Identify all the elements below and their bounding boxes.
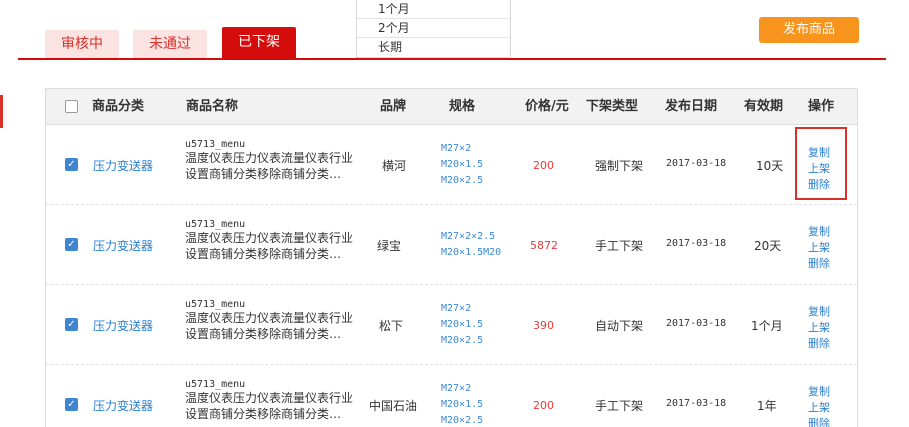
offshelf-type: 强制下架 [595, 159, 644, 173]
category-link[interactable]: 压力变送器 [93, 157, 153, 174]
validity: 1年 [757, 399, 777, 413]
publish-date: 2017-03-18 [666, 238, 727, 249]
spec-item: M27×2 [441, 303, 472, 314]
publish-date: 2017-03-18 [666, 158, 727, 169]
publish-product-button[interactable]: 发布商品 [759, 17, 859, 43]
offshelf-type: 自动下架 [595, 319, 644, 333]
header-publish-date: 发布日期 [665, 99, 718, 114]
tab-off-shelf[interactable]: 已下架 [222, 27, 296, 58]
dropdown-option-long-term[interactable]: 长期 [357, 38, 510, 57]
category-link[interactable]: 压力变送器 [93, 237, 153, 254]
header-offshelf-type: 下架类型 [586, 99, 639, 114]
copy-link[interactable]: 复制 [808, 224, 830, 240]
spec-item: M27×2 [441, 143, 472, 154]
header-brand: 品牌 [380, 99, 407, 114]
table-row: 压力变送器 u5713_menu 温度仪表压力仪表流量仪表行业 设置商铺分类移除… [46, 125, 857, 205]
tab-rejected[interactable]: 未通过 [133, 30, 207, 58]
price: 200 [533, 399, 554, 412]
header-operations: 操作 [808, 99, 835, 114]
header-name: 商品名称 [186, 99, 239, 114]
product-desc-line2: 设置商铺分类移除商铺分类… [185, 167, 342, 181]
offshelf-type: 手工下架 [595, 239, 644, 253]
tab-underline [18, 58, 886, 60]
table-row: 压力变送器 u5713_menu 温度仪表压力仪表流量仪表行业 设置商铺分类移除… [46, 365, 857, 427]
operations-highlight-box [795, 127, 847, 200]
copy-link[interactable]: 复制 [808, 304, 830, 320]
brand: 横河 [382, 159, 407, 173]
row-checkbox[interactable] [65, 158, 78, 171]
publish-date: 2017-03-18 [666, 318, 727, 329]
spec-item: M20×1.5 [441, 159, 484, 170]
relist-link[interactable]: 上架 [808, 400, 830, 416]
table-header: 商品分类 商品名称 品牌 规格 价格/元 下架类型 发布日期 有效期 操作 [46, 89, 857, 125]
header-price: 价格/元 [525, 99, 569, 114]
product-code: u5713_menu [185, 379, 246, 390]
spec-item: M20×1.5 [441, 319, 484, 330]
tab-pending-review[interactable]: 审核中 [45, 30, 119, 58]
category-link[interactable]: 压力变送器 [93, 397, 153, 414]
spec-item: M20×2.5 [441, 415, 484, 426]
product-desc-line1: 温度仪表压力仪表流量仪表行业 [185, 311, 354, 325]
spec-item: M20×2.5 [441, 335, 484, 346]
product-desc-line2: 设置商铺分类移除商铺分类… [185, 247, 342, 261]
product-desc-line1: 温度仪表压力仪表流量仪表行业 [185, 231, 354, 245]
relist-link[interactable]: 上架 [808, 320, 830, 336]
row-checkbox[interactable] [65, 398, 78, 411]
brand: 绿宝 [377, 239, 402, 253]
row-checkbox[interactable] [65, 238, 78, 251]
offshelf-type: 手工下架 [595, 399, 644, 413]
price: 5872 [530, 239, 558, 252]
spec-item: M27×2×2.5 [441, 231, 496, 242]
publish-date: 2017-03-18 [666, 398, 727, 409]
spec-item: M20×1.5 [441, 399, 484, 410]
copy-link[interactable]: 复制 [808, 384, 830, 400]
product-code: u5713_menu [185, 139, 246, 150]
product-desc-line1: 温度仪表压力仪表流量仪表行业 [185, 391, 354, 405]
left-accent-bar [0, 95, 3, 128]
table-row: 压力变送器 u5713_menu 温度仪表压力仪表流量仪表行业 设置商铺分类移除… [46, 285, 857, 365]
header-validity: 有效期 [744, 99, 784, 114]
category-link[interactable]: 压力变送器 [93, 317, 153, 334]
delete-link[interactable]: 删除 [808, 416, 830, 427]
relist-link[interactable]: 上架 [808, 240, 830, 256]
row-checkbox[interactable] [65, 318, 78, 331]
spec-item: M27×2 [441, 383, 472, 394]
validity: 1个月 [751, 319, 783, 333]
spec-item: M20×2.5 [441, 175, 484, 186]
validity: 20天 [754, 239, 782, 253]
validity: 10天 [756, 159, 784, 173]
brand: 松下 [379, 319, 404, 333]
table-row: 压力变送器 u5713_menu 温度仪表压力仪表流量仪表行业 设置商铺分类移除… [46, 205, 857, 285]
validity-dropdown-menu: 1个月 2个月 长期 [356, 0, 511, 58]
brand: 中国石油 [369, 399, 418, 413]
product-desc-line2: 设置商铺分类移除商铺分类… [185, 327, 342, 341]
header-category: 商品分类 [92, 99, 145, 114]
product-desc-line2: 设置商铺分类移除商铺分类… [185, 407, 342, 421]
price: 390 [533, 319, 554, 332]
dropdown-option-1-month[interactable]: 1个月 [357, 0, 510, 19]
spec-item: M20×1.5M20 [441, 247, 502, 258]
dropdown-option-2-months[interactable]: 2个月 [357, 19, 510, 38]
price: 200 [533, 159, 554, 172]
product-table: 商品分类 商品名称 品牌 规格 价格/元 下架类型 发布日期 有效期 操作 压力… [45, 88, 858, 427]
delete-link[interactable]: 删除 [808, 256, 830, 272]
select-all-checkbox[interactable] [65, 100, 78, 113]
product-code: u5713_menu [185, 219, 246, 230]
header-spec: 规格 [449, 99, 476, 114]
delete-link[interactable]: 删除 [808, 336, 830, 352]
product-code: u5713_menu [185, 299, 246, 310]
product-desc-line1: 温度仪表压力仪表流量仪表行业 [185, 151, 354, 165]
